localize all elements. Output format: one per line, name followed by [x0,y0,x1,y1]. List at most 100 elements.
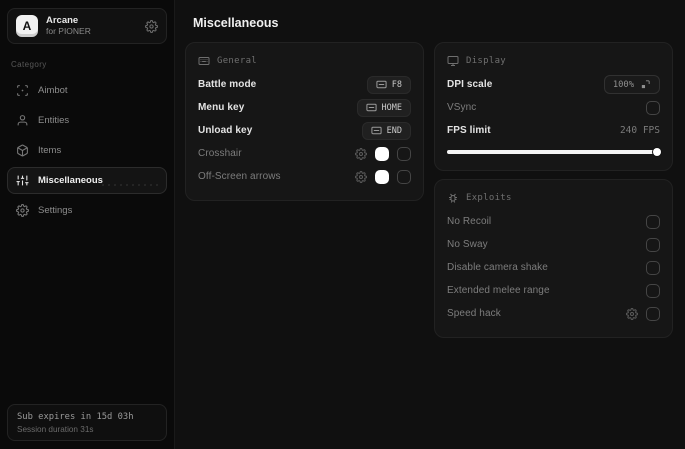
gear-icon[interactable] [355,147,367,160]
sidebar-item-miscellaneous[interactable]: Miscellaneous [7,167,167,194]
slider-fill [447,150,660,154]
keybind-value: F8 [391,79,402,90]
monitor-icon [447,55,459,67]
speed-hack-row: Speed hack [447,302,660,325]
sidebar-item-entities[interactable]: Entities [7,107,167,134]
dots-decoration [100,182,158,190]
keyboard-icon [198,55,210,67]
dpi-scale-label: DPI scale [447,79,493,90]
sidebar: A Arcane for PIONER Category Aimbot Enti… [0,0,175,449]
no-sway-row: No Sway [447,233,660,256]
app-name: Arcane [46,14,79,26]
fps-limit-slider[interactable] [447,146,661,158]
vsync-label: VSync [447,102,477,113]
app-window: A Arcane for PIONER Category Aimbot Enti… [0,0,685,449]
gear-icon[interactable] [626,307,638,320]
menu-key-label: Menu key [198,102,245,113]
keyboard-icon [365,102,377,113]
vsync-row: VSync [447,96,660,119]
sliders-icon [16,174,29,187]
extended-melee-range-checkbox[interactable] [646,283,660,298]
subscription-card: Sub expires in 15d 03h Session duration … [7,404,167,441]
fps-limit-label: FPS limit [447,125,491,136]
speed-hack-checkbox[interactable] [646,306,660,321]
sidebar-item-label: Entities [38,115,70,126]
gear-icon[interactable] [145,19,158,33]
page-title: Miscellaneous [193,16,279,30]
dpi-scale-value: 100% [612,79,634,90]
speed-hack-controls [626,306,660,321]
display-header: Display [447,55,660,67]
display-card: Display DPI scale 100% VSync FPS limit 2… [434,42,673,171]
sidebar-item-label: Settings [38,205,73,216]
battle-mode-keybind[interactable]: F8 [366,75,411,94]
offscreen-arrows-label: Off-Screen arrows [198,171,281,182]
fps-limit-value: 240 FPS [619,125,660,136]
sidebar-item-items[interactable]: Items [7,137,167,164]
sidebar-item-aimbot[interactable]: Aimbot [7,77,167,104]
person-icon [16,114,29,127]
right-column: Display DPI scale 100% VSync FPS limit 2… [434,42,673,338]
offscreen-arrows-color-swatch[interactable] [375,169,389,184]
category-label: Category [11,60,47,69]
dpi-scale-select[interactable]: 100% [603,75,660,94]
sidebar-item-settings[interactable]: Settings [7,197,167,224]
main-panel: Miscellaneous General Battle mode F8 Men… [175,0,685,449]
general-header: General [198,55,411,67]
no-recoil-label: No Recoil [447,216,492,227]
unload-key-keybind[interactable]: END [361,121,411,140]
scale-icon [640,79,651,90]
display-header-label: Display [466,56,507,66]
unload-key-row: Unload key END [198,119,411,142]
offscreen-arrows-checkbox[interactable] [397,169,411,184]
exploits-card: Exploits No Recoil No Sway Disable camer… [434,179,673,338]
menu-key-keybind[interactable]: HOME [356,98,411,117]
keyboard-icon [376,79,387,90]
crosshair-checkbox[interactable] [397,146,411,161]
crosshair-row: Crosshair [198,142,411,165]
settings-columns: General Battle mode F8 Menu key HOME Unl… [175,40,685,350]
exploits-header-label: Exploits [466,193,512,203]
gear-icon[interactable] [355,170,367,183]
logo-card: A Arcane for PIONER [7,8,167,44]
no-recoil-checkbox[interactable] [646,214,660,229]
dpi-scale-row: DPI scale 100% [447,73,660,96]
gear-icon [16,204,29,217]
app-logo: A [16,15,38,37]
crosshair-icon [16,84,29,97]
vsync-checkbox[interactable] [646,100,660,115]
battle-mode-label: Battle mode [198,79,257,90]
speed-hack-label: Speed hack [447,308,501,319]
sidebar-item-label: Aimbot [38,85,68,96]
keybind-value: HOME [381,102,402,113]
no-sway-label: No Sway [447,239,488,250]
crosshair-label: Crosshair [198,148,242,159]
extended-melee-range-label: Extended melee range [447,285,550,296]
slider-thumb[interactable] [653,148,661,156]
keyboard-icon [371,125,382,136]
crosshair-color-swatch[interactable] [375,146,389,161]
no-sway-checkbox[interactable] [646,237,660,252]
cube-icon [16,144,29,157]
unload-key-label: Unload key [198,125,253,136]
app-identity: Arcane for PIONER [46,14,137,37]
battle-mode-row: Battle mode F8 [198,73,411,96]
general-card: General Battle mode F8 Menu key HOME Unl… [185,42,424,201]
crosshair-controls [355,146,411,161]
sub-expiry-text: Sub expires in 15d 03h [17,412,134,422]
sidebar-item-label: Miscellaneous [38,175,103,186]
general-header-label: General [217,56,258,66]
keybind-value: END [386,125,402,136]
extended-melee-range-row: Extended melee range [447,279,660,302]
sidebar-nav: Aimbot Entities Items Miscellaneous Sett… [7,77,167,224]
offscreen-arrows-controls [355,169,411,184]
disable-camera-shake-checkbox[interactable] [646,260,660,275]
bug-icon [447,192,459,204]
left-column: General Battle mode F8 Menu key HOME Unl… [185,42,424,201]
no-recoil-row: No Recoil [447,210,660,233]
session-duration-text: Session duration 31s [17,425,94,434]
exploits-header: Exploits [447,192,660,204]
sidebar-item-label: Items [38,145,62,156]
fps-limit-row: FPS limit 240 FPS [447,119,660,142]
offscreen-arrows-row: Off-Screen arrows [198,165,411,188]
